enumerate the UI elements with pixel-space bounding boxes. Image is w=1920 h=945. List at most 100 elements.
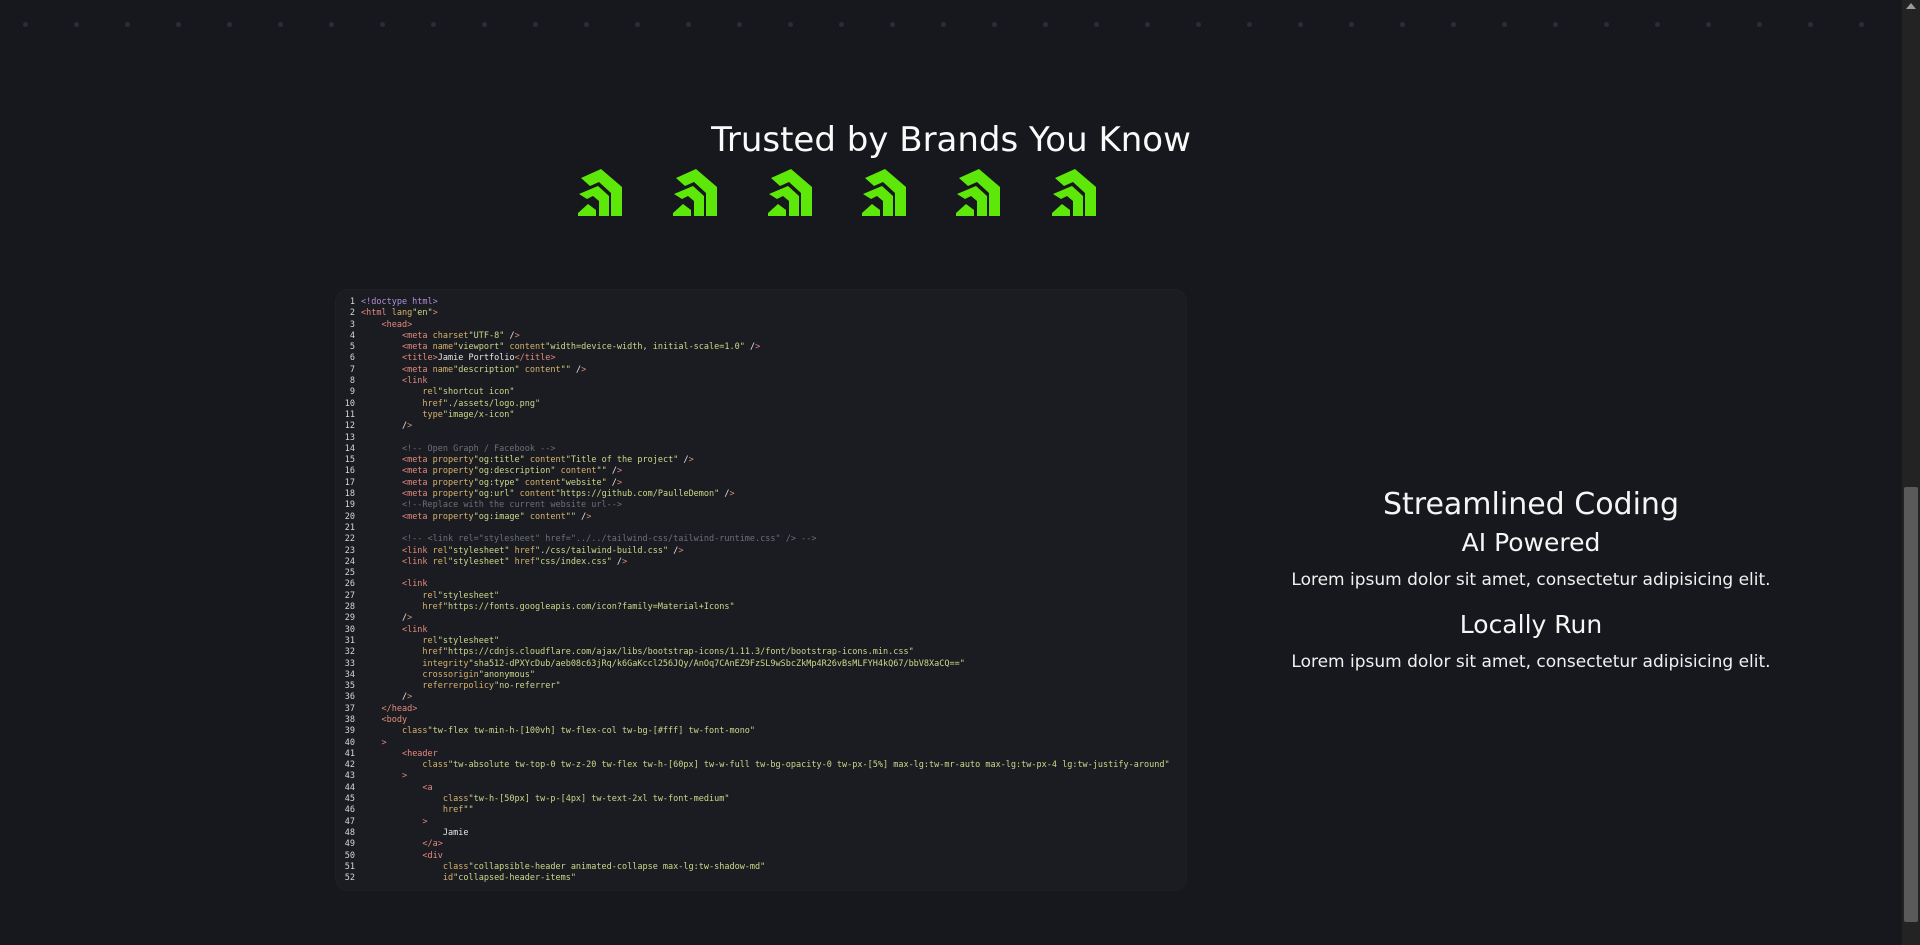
line-number: 29 [344,613,355,624]
brand-logo-icon [768,169,812,216]
code-line: 16 <meta property"og:description" conten… [340,466,1170,477]
code-text: <link [401,624,428,635]
code-line: 4 <meta charset"UTF-8" /> [340,331,1170,342]
line-number: 52 [344,873,355,884]
code-text: <meta property"og:url" content"https://g… [401,489,735,500]
code-text: <html lang"en"> [361,308,438,319]
brands-section-title: Trusted by Brands You Know [711,120,1191,160]
code-line: 38 <body [340,715,1170,726]
brand-logo-icon [1052,169,1096,216]
code-line: 28 href"https://fonts.googleapis.com/ico… [340,602,1170,613]
code-line: 31 rel"stylesheet" [340,636,1170,647]
code-line: 45 class"tw-h-[50px] tw-p-[4px] tw-text-… [340,794,1170,805]
code-line: 52 id"collapsed-header-items" [340,873,1170,884]
code-line: 50 <div [340,851,1170,862]
code-line: 11 type"image/x-icon" [340,410,1170,421]
line-number: 44 [344,782,355,793]
code-line: 27 rel"stylesheet" [340,591,1170,602]
feature-title-locally-run: Locally Run [1459,610,1603,639]
code-text: <meta name"viewport" content"width=devic… [401,342,761,353]
code-text: rel"shortcut icon" [361,387,515,398]
line-number: 32 [344,647,355,658]
line-number: 51 [344,861,355,872]
page-scrollbar[interactable] [1902,0,1920,945]
code-text: <!-- <link rel="stylesheet" href="../../… [361,534,817,545]
feature-title-ai-powered: AI Powered [1461,528,1601,557]
scrollbar-thumb[interactable] [1904,487,1918,922]
code-text: <meta property"og:title" content"Title o… [401,455,694,466]
line-number: 23 [344,545,355,556]
code-line: 13 [340,433,1170,444]
line-number: 26 [344,579,355,590]
code-text: href"https://fonts.googleapis.com/icon?f… [361,602,735,613]
brand-logo-icon [862,169,906,216]
line-number: 25 [344,568,355,579]
brand-logo-icon [956,169,1000,216]
features-title: Streamlined Coding [1382,487,1679,522]
line-number: 17 [344,477,355,488]
code-text: rel"stylesheet" [361,635,500,646]
line-number: 14 [344,443,355,454]
code-line: 33 integrity"sha512-dPXYcDub/aeb08c63jRq… [340,659,1170,670]
code-line: 51 class"collapsible-header animated-col… [340,862,1170,873]
code-line: 46 href"" [340,805,1170,816]
code-text: /> [361,613,413,624]
code-text: <header [401,748,438,759]
code-text: <link [401,376,428,387]
feature-description-locally-run: Lorem ipsum dolor sit amet, consectetur … [1291,652,1771,672]
code-text: href"./assets/logo.png" [361,398,541,409]
code-text: class"tw-absolute tw-top-0 tw-z-20 tw-fl… [361,760,1170,771]
code-text: > [381,737,387,748]
code-text: <!-- Open Graph / Facebook --> [361,443,556,454]
features-panel: Streamlined Coding AI Powered Lorem ipsu… [1246,486,1816,674]
code-text: <body [381,714,408,725]
line-number: 42 [344,760,355,771]
code-text: href"" [361,805,474,816]
code-line: 41 <header [340,749,1170,760]
line-number: 48 [344,827,355,838]
code-text: </head> [381,703,418,714]
code-line: 20 <meta property"og:image" content"" /> [340,512,1170,523]
code-line: 18 <meta property"og:url" content"https:… [340,489,1170,500]
code-line: 2 <html lang"en"> [340,308,1170,319]
code-text: </a> [422,839,443,850]
code-line: 12 /> [340,421,1170,432]
code-text: class"tw-flex tw-min-h-[100vh] tw-flex-c… [361,726,756,737]
code-line: 34 crossorigin"anonymous" [340,670,1170,681]
line-number: 15 [344,455,355,466]
code-line: 24 <link rel"stylesheet" href"css/index.… [340,557,1170,568]
scroll-up-arrow-icon[interactable] [1906,3,1916,9]
code-text: crossorigin"anonymous" [361,669,535,680]
code-text: referrerpolicy"no-referrer" [361,681,561,692]
line-number: 2 [349,308,355,319]
line-number: 18 [344,489,355,500]
line-number: 41 [344,748,355,759]
code-text: rel"stylesheet" [361,590,500,601]
code-text: > [422,816,428,827]
code-line: 15 <meta property"og:title" content"Titl… [340,455,1170,466]
code-line: 42 class"tw-absolute tw-top-0 tw-z-20 tw… [340,760,1170,771]
line-number: 34 [344,669,355,680]
line-number: 22 [344,534,355,545]
code-line: 9 rel"shortcut icon" [340,387,1170,398]
line-number: 37 [344,703,355,714]
code-line: 44 <a [340,783,1170,794]
code-line: 29 /> [340,613,1170,624]
brand-logo-icon [673,169,717,216]
line-number: 21 [344,522,355,533]
line-number: 43 [344,771,355,782]
line-number: 10 [344,398,355,409]
line-number: 49 [344,839,355,850]
code-line: 6 <title>Jamie Portfolio</title> [340,353,1170,364]
code-text: id"collapsed-header-items" [361,873,576,884]
line-number: 3 [349,319,355,330]
code-line: 43 > [340,771,1170,782]
line-number: 40 [344,737,355,748]
code-line: 10 href"./assets/logo.png" [340,399,1170,410]
line-number: 24 [344,556,355,567]
code-text: class"tw-h-[50px] tw-p-[4px] tw-text-2xl… [361,794,730,805]
feature-description-ai-powered: Lorem ipsum dolor sit amet, consectetur … [1291,570,1771,590]
line-number: 38 [344,714,355,725]
brand-logo-row [575,168,1105,224]
line-number: 47 [344,816,355,827]
